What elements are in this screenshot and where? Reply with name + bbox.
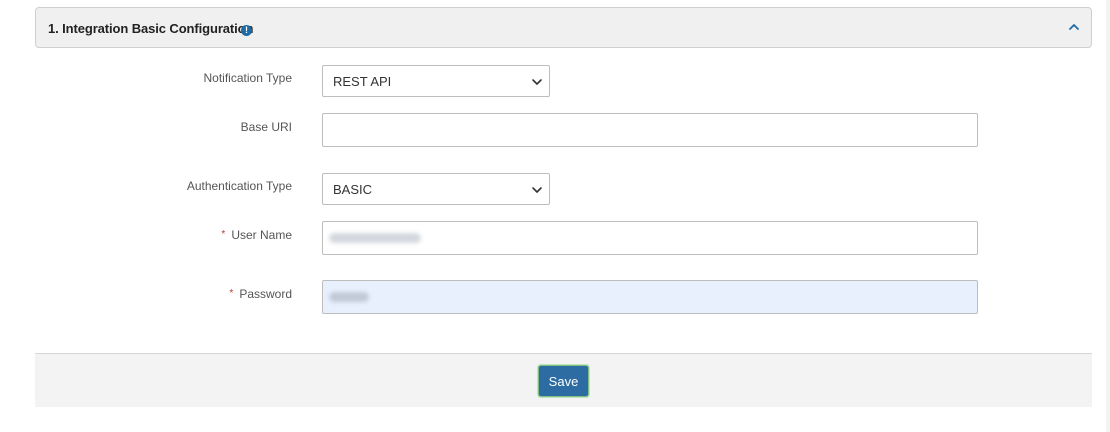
password-input[interactable] bbox=[322, 280, 978, 314]
authentication-type-select[interactable]: BASIC bbox=[322, 173, 550, 205]
chevron-up-icon[interactable] bbox=[1067, 20, 1081, 34]
redacted-user-name bbox=[329, 233, 421, 243]
info-icon[interactable]: ! bbox=[241, 25, 252, 36]
notification-type-value: REST API bbox=[333, 74, 392, 89]
page-scrollbar[interactable] bbox=[1106, 0, 1110, 432]
panel-header[interactable]: 1. Integration Basic Configuration ! bbox=[35, 7, 1092, 48]
authentication-type-value: BASIC bbox=[333, 182, 373, 197]
redacted-password bbox=[329, 292, 369, 302]
form-footer: Save bbox=[35, 353, 1092, 407]
base-uri-input[interactable] bbox=[322, 113, 978, 147]
notification-type-select[interactable]: REST API bbox=[322, 65, 550, 97]
chevron-down-icon bbox=[532, 79, 542, 85]
base-uri-label: Base URI bbox=[240, 120, 292, 134]
required-marker: * bbox=[221, 229, 226, 240]
required-marker: * bbox=[229, 288, 234, 299]
panel-title: 1. Integration Basic Configuration bbox=[48, 21, 254, 36]
save-button[interactable]: Save bbox=[538, 365, 589, 397]
notification-type-label: Notification Type bbox=[203, 71, 293, 85]
user-name-input[interactable] bbox=[322, 221, 978, 255]
chevron-down-icon bbox=[532, 187, 542, 193]
authentication-type-label: Authentication Type bbox=[186, 179, 292, 193]
password-label: * Password bbox=[229, 287, 292, 301]
integration-config-page: 1. Integration Basic Configuration ! Not… bbox=[0, 0, 1110, 432]
user-name-label: * User Name bbox=[221, 228, 292, 242]
